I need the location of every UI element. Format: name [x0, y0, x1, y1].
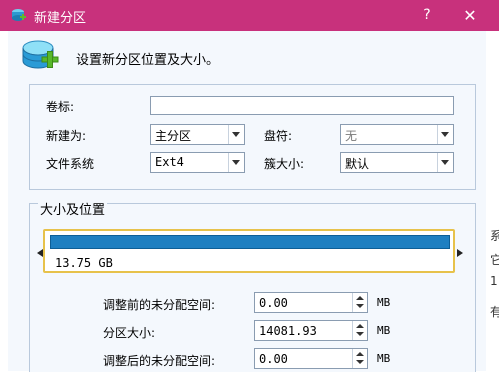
volume-label-input[interactable] — [150, 96, 454, 115]
drive-letter-dropdown[interactable]: 无 — [340, 124, 454, 145]
unallocated-after-value: 0.00 — [259, 352, 288, 366]
background-text: 1 — [490, 274, 498, 288]
unit-label: MB — [377, 352, 391, 365]
partition-map[interactable]: 13.75 GB — [43, 229, 455, 273]
size-position-title: 大小及位置 — [38, 199, 108, 218]
cluster-size-label: 簇大小: — [264, 157, 305, 171]
spin-up-icon[interactable] — [356, 324, 364, 328]
partition-size-bar[interactable] — [50, 235, 450, 249]
drive-letter-value: 无 — [345, 129, 358, 143]
unallocated-before-value: 0.00 — [259, 296, 288, 310]
chevron-down-icon[interactable] — [228, 153, 244, 172]
unit-label: MB — [377, 296, 391, 309]
partition-size-text: 13.75 GB — [55, 256, 113, 270]
spin-up-icon[interactable] — [356, 352, 364, 356]
resize-handle-right-icon[interactable] — [457, 249, 463, 257]
header-description: 设置新分区位置及大小。 — [76, 53, 220, 68]
chevron-down-icon[interactable] — [437, 125, 453, 144]
chevron-down-icon[interactable] — [437, 153, 453, 172]
partition-app-icon — [12, 9, 26, 21]
unit-label: MB — [377, 324, 391, 337]
volume-label-label: 卷标: — [46, 100, 75, 114]
chevron-down-icon[interactable] — [228, 125, 244, 144]
partition-size-label: 分区大小: — [103, 326, 156, 340]
create-as-label: 新建为: — [46, 129, 87, 143]
background-text: 有 — [490, 305, 499, 319]
background-window-edge — [486, 31, 499, 371]
background-text: 系 — [490, 229, 499, 243]
unallocated-after-stepper[interactable]: 0.00 — [254, 348, 368, 369]
cluster-size-value: 默认 — [345, 157, 370, 171]
filesystem-label: 文件系统 — [46, 157, 95, 171]
partition-size-value: 14081.93 — [259, 324, 317, 338]
close-button[interactable]: ✕ — [448, 0, 492, 31]
background-text: 它 — [490, 253, 499, 267]
create-as-dropdown[interactable]: 主分区 — [150, 124, 245, 145]
create-as-value: 主分区 — [155, 129, 192, 143]
filesystem-dropdown[interactable]: Ext4 — [150, 152, 245, 173]
unallocated-after-label: 调整后的未分配空间: — [103, 354, 216, 368]
unallocated-before-label: 调整前的未分配空间: — [103, 298, 216, 312]
new-partition-icon — [22, 40, 59, 69]
spin-down-icon[interactable] — [356, 304, 364, 308]
unallocated-before-stepper[interactable]: 0.00 — [254, 292, 368, 313]
spin-up-icon[interactable] — [356, 296, 364, 300]
help-button[interactable]: ? — [405, 0, 449, 31]
cluster-size-dropdown[interactable]: 默认 — [340, 152, 454, 173]
spin-down-icon[interactable] — [356, 360, 364, 364]
window-title: 新建分区 — [34, 11, 87, 26]
partition-size-stepper[interactable]: 14081.93 — [254, 320, 368, 341]
spin-down-icon[interactable] — [356, 332, 364, 336]
title-bar: 新建分区 ? ✕ — [0, 0, 499, 31]
filesystem-value: Ext4 — [155, 155, 184, 169]
drive-letter-label: 盘符: — [264, 129, 293, 143]
